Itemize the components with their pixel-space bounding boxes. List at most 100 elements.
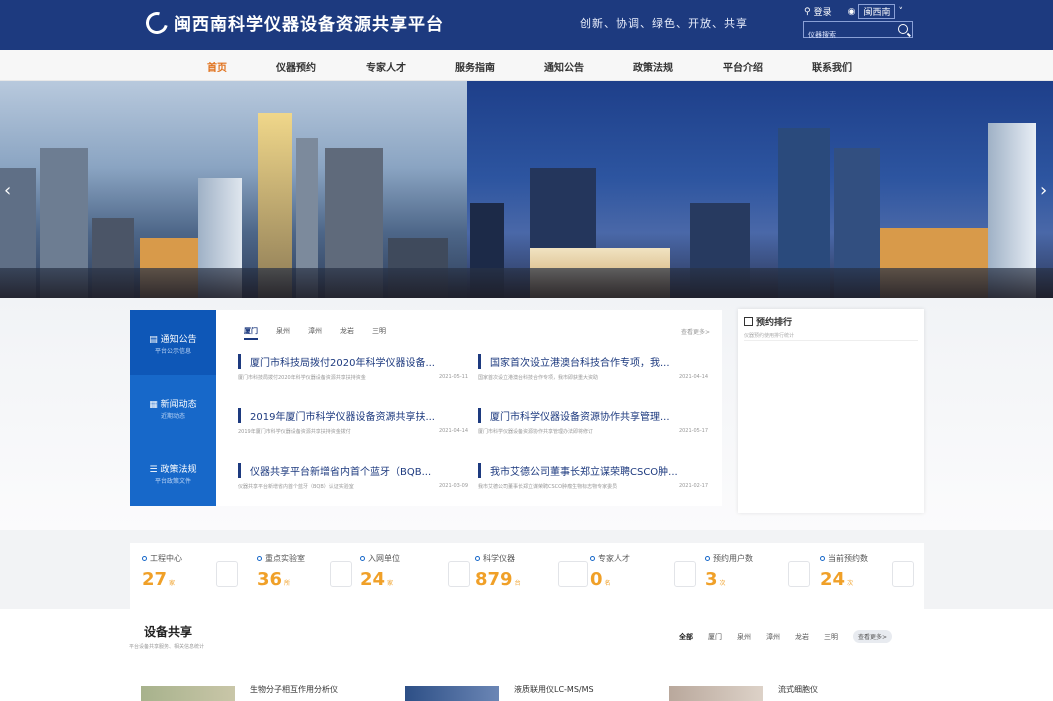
filter-longyan[interactable]: 龙岩 — [795, 632, 809, 642]
stat-member-units: 入网单位 24 家 — [360, 553, 400, 590]
side-tab-sub: 近期动态 — [160, 413, 185, 420]
site-logo[interactable]: 闽西南科学仪器设备资源共享平台 — [141, 7, 444, 38]
flask-icon — [448, 561, 470, 587]
stat-label: 当前预约数 — [828, 554, 868, 563]
region-selector[interactable]: ◉ 闽西南 ˅ — [848, 4, 903, 19]
news-item[interactable]: 我市艾德公司董事长郑立谋荣聘CSCO肿... 我市艾德公司董事长郑立谋荣聘CSC… — [478, 463, 708, 490]
device-share-more-button[interactable]: 查看更多> — [853, 630, 893, 643]
filter-all[interactable]: 全部 — [679, 632, 693, 642]
news-panel: 厦门 泉州 漳州 龙岩 三明 查看更多> 厦门市科技局拨付2020年科学仪器设备… — [216, 310, 722, 506]
news-item[interactable]: 仪器共享平台新增省内首个蓝牙（BQB... 仪器共享平台新增省内首个蓝牙（BQB… — [238, 463, 468, 490]
ranking-subtitle: 仪器预约使用排行统计 — [744, 333, 795, 339]
side-tab-policies[interactable]: ☰ 政策法规 平台政策文件 — [130, 440, 216, 505]
city-tab-quanzhou[interactable]: 泉州 — [276, 326, 290, 340]
side-tab-label: 新闻动态 — [160, 400, 197, 410]
stat-label: 入网单位 — [368, 554, 400, 563]
flask-icon — [330, 561, 352, 587]
device-share-filters: 全部 厦门 泉州 漳州 龙岩 三明 查看更多> — [679, 630, 893, 643]
device-name: 生物分子相互作用分析仪 — [250, 685, 338, 694]
news-more-link[interactable]: 查看更多> — [681, 327, 710, 336]
side-tab-news[interactable]: ▦ 新闻动态 近期动态 — [130, 375, 216, 440]
news-title: 2019年厦门市科学仪器设备资源共享扶... — [238, 408, 468, 423]
monitor-icon — [558, 561, 588, 587]
search-input[interactable] — [804, 27, 892, 43]
news-title: 厦门市科学仪器设备资源协作共享管理... — [478, 408, 708, 423]
filter-sanming[interactable]: 三明 — [824, 632, 838, 642]
logo-icon — [141, 7, 173, 38]
stat-unit: 家 — [169, 580, 176, 587]
stat-label: 预约用户数 — [713, 554, 753, 563]
news-date: 2021-05-11 — [438, 374, 468, 380]
user-icon: ⚲ — [804, 6, 811, 17]
stat-value: 24 — [820, 569, 846, 590]
news-summary: 仪器共享平台新增省内首个蓝牙（BQB）认证实验室 — [238, 484, 354, 490]
news-title: 我市艾德公司董事长郑立谋荣聘CSCO肿... — [478, 463, 708, 478]
side-tab-notices[interactable]: ▤ 通知公告 平台公示信息 — [130, 310, 222, 375]
login-link[interactable]: ⚲ 登录 — [804, 5, 832, 19]
stat-booking-users: 预约用户数 3次 — [705, 553, 753, 590]
stat-value: 27 — [142, 569, 168, 590]
news-item[interactable]: 2019年厦门市科学仪器设备资源共享扶... 2019年厦门市科学仪器设备资源共… — [238, 408, 468, 435]
stat-value: 24 — [360, 569, 386, 590]
user-row: ⚲ 登录 ◉ 闽西南 ˅ — [804, 4, 903, 19]
stat-unit: 名 — [604, 580, 611, 587]
device-name: 流式细胞仪 — [778, 685, 818, 694]
city-tab-longyan[interactable]: 龙岩 — [340, 326, 354, 340]
device-name: 液质联用仪LC-MS/MS — [514, 685, 594, 694]
side-tab-label: 政策法规 — [160, 465, 197, 475]
city-tab-xiamen[interactable]: 厦门 — [244, 326, 258, 340]
booking-ranking-panel: 预约排行 仪器预约使用排行统计 — [738, 309, 924, 513]
news-item[interactable]: 国家首次设立港澳台科技合作专项，我... 国家首次设立港澳台科技合作专项，我市即… — [478, 354, 708, 381]
nav-item-service-guide[interactable]: 服务指南 — [455, 59, 495, 74]
hero-banner[interactable] — [0, 81, 1053, 298]
city-tab-zhangzhou[interactable]: 漳州 — [308, 326, 322, 340]
device-share-subtitle: 平台设备共享服务、相关信息统计 — [129, 644, 205, 650]
stat-unit: 台 — [514, 580, 521, 587]
news-summary: 国家首次设立港澳台科技合作专项，我市即获重大资助 — [478, 375, 599, 381]
region-label: 闽西南 — [858, 4, 896, 19]
search-box — [803, 21, 913, 43]
info-side-tabs: ▤ 通知公告 平台公示信息 ▦ 新闻动态 近期动态 ☰ 政策法规 平台政策文件 — [130, 310, 222, 506]
banner-next-button[interactable]: › — [1040, 180, 1047, 201]
stat-instruments: 科学仪器 879 台 — [475, 553, 521, 590]
device-image — [669, 686, 763, 701]
nav-item-about[interactable]: 平台介绍 — [723, 59, 763, 74]
banner-prev-button[interactable]: ‹ — [4, 180, 11, 201]
chart-icon — [744, 317, 753, 326]
device-share-title: 设备共享 — [144, 625, 193, 639]
main-nav: 首页 仪器预约 专家人才 服务指南 通知公告 政策法规 平台介绍 联系我们 — [0, 50, 1053, 81]
nav-item-policies[interactable]: 政策法规 — [633, 59, 673, 74]
stats-bar: 工程中心 27 家 重点实验室 36 所 入网单位 24 家 科学仪器 879 台 专家… — [130, 543, 924, 609]
news-item[interactable]: 厦门市科技局拨付2020年科学仪器设备... 厦门市科技局拨付2020年科学仪器… — [238, 354, 468, 381]
nav-item-instrument-booking[interactable]: 仪器预约 — [276, 59, 316, 74]
city-tabs: 厦门 泉州 漳州 龙岩 三明 — [244, 326, 386, 340]
filter-zhangzhou[interactable]: 漳州 — [766, 632, 780, 642]
side-tab-sub: 平台公示信息 — [154, 348, 191, 355]
nav-item-experts[interactable]: 专家人才 — [366, 59, 406, 74]
nav-item-contact[interactable]: 联系我们 — [812, 59, 852, 74]
login-label: 登录 — [813, 8, 832, 18]
stat-label: 重点实验室 — [265, 554, 305, 563]
stat-unit: 家 — [387, 580, 394, 587]
nav-item-home[interactable]: 首页 — [207, 59, 227, 74]
stat-key-labs: 重点实验室 36 所 — [257, 553, 305, 590]
device-image — [405, 686, 499, 701]
news-date: 2021-04-14 — [438, 428, 468, 434]
chevron-down-icon: ˅ — [898, 6, 903, 17]
stat-value: 0 — [590, 569, 603, 590]
search-icon[interactable] — [898, 24, 908, 34]
stat-label: 专家人才 — [598, 554, 630, 563]
filter-xiamen[interactable]: 厦门 — [708, 632, 722, 642]
divider — [744, 340, 918, 341]
news-summary: 厦门市科技局拨付2020年科学仪器设备资源共享扶持资金 — [238, 375, 366, 381]
slogan: 创新、协调、绿色、开放、共享 — [580, 17, 748, 30]
filter-quanzhou[interactable]: 泉州 — [737, 632, 751, 642]
nav-item-notices[interactable]: 通知公告 — [544, 59, 584, 74]
stat-label: 工程中心 — [150, 554, 182, 563]
city-tab-sanming[interactable]: 三明 — [372, 326, 386, 340]
stat-unit: 次 — [847, 580, 854, 587]
site-title: 闽西南科学仪器设备资源共享平台 — [174, 15, 444, 35]
news-item[interactable]: 厦门市科学仪器设备资源协作共享管理... 厦门市科学仪器设备资源协作共享管理办法… — [478, 408, 708, 435]
building-icon — [674, 561, 696, 587]
news-summary: 厦门市科学仪器设备资源协作共享管理办法即将修订 — [478, 429, 594, 435]
